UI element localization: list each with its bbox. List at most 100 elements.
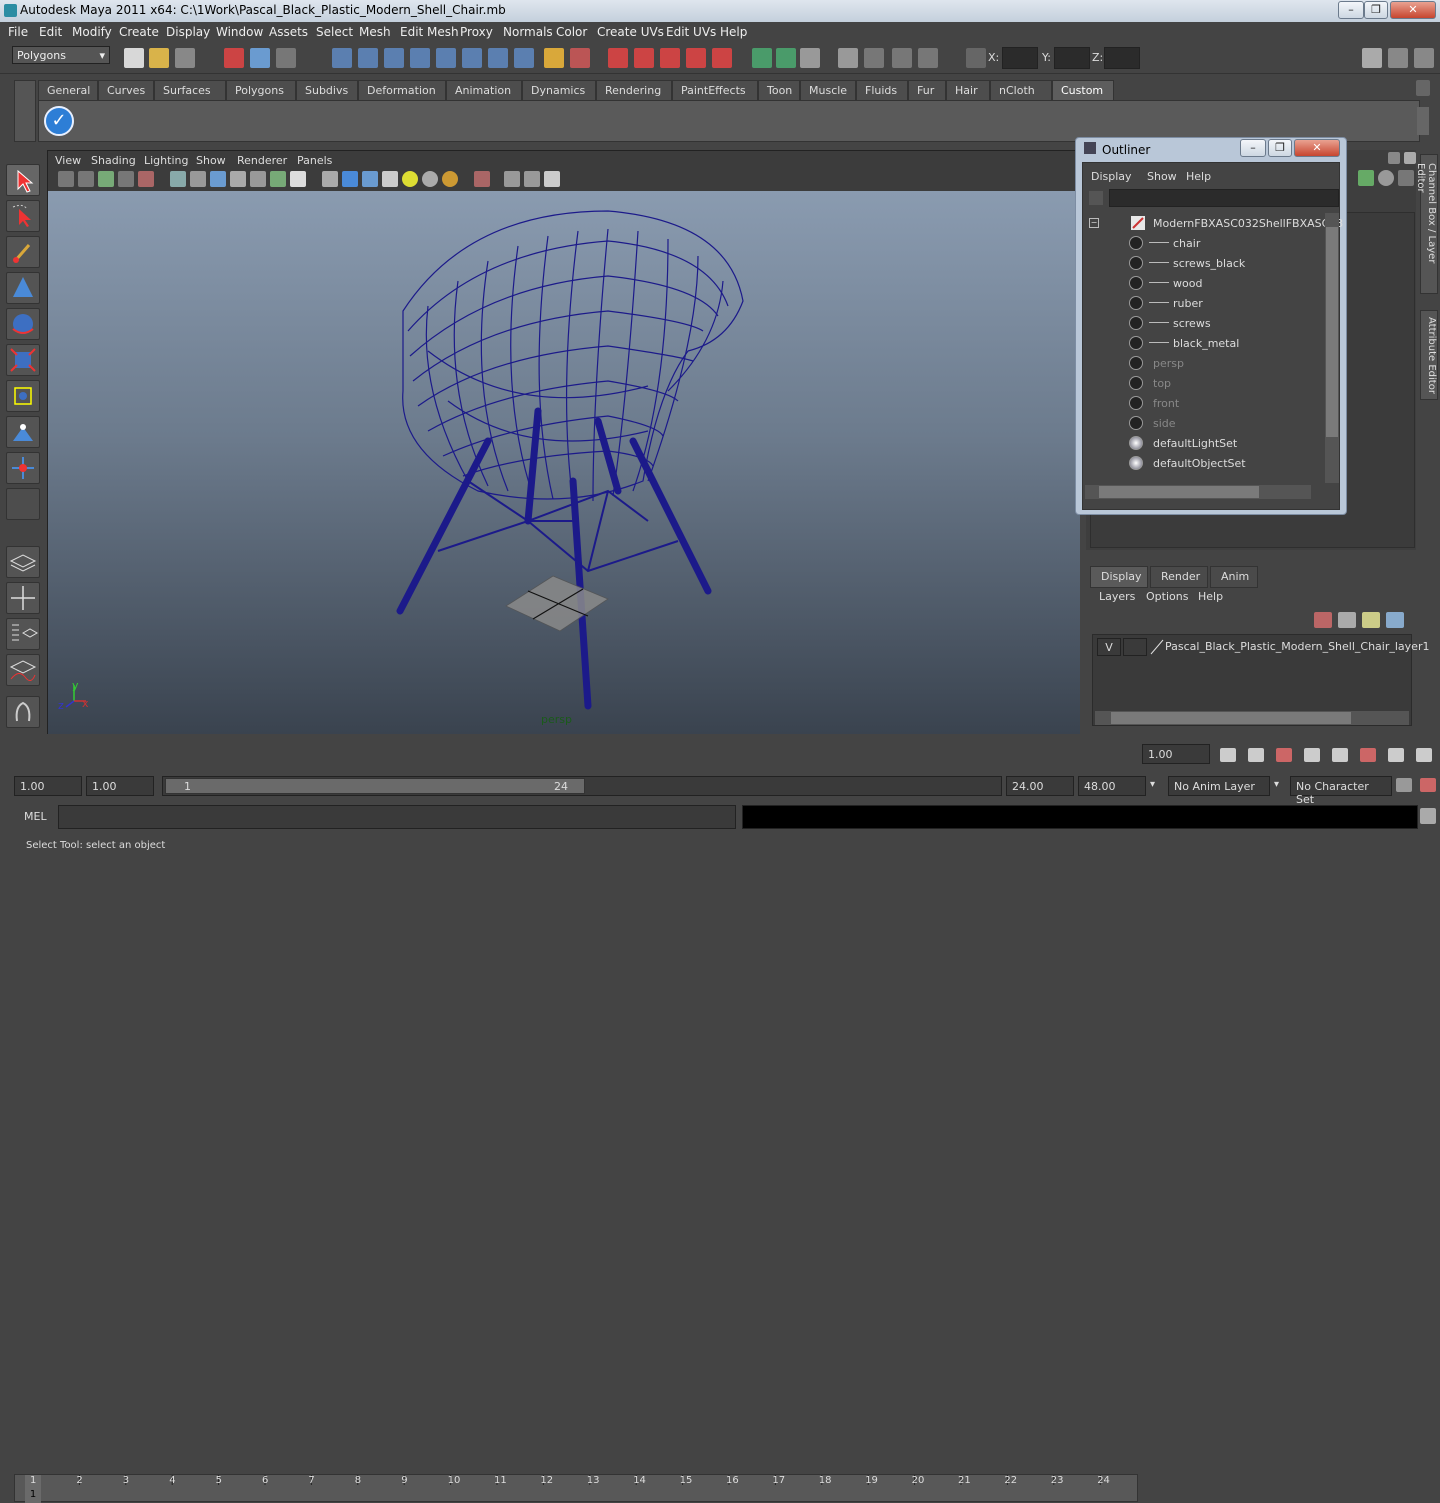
scale-tool-icon[interactable] xyxy=(6,344,40,376)
viewport-menu-renderer[interactable]: Renderer xyxy=(237,154,287,167)
y-input[interactable] xyxy=(1054,47,1090,69)
share-icon[interactable] xyxy=(544,171,560,187)
menu-window[interactable]: Window xyxy=(216,25,263,39)
step-forward-key-icon[interactable] xyxy=(1388,748,1404,762)
channel-box-toggle-icon[interactable] xyxy=(1414,48,1434,68)
playback-start-field[interactable]: 1.00 xyxy=(86,776,154,796)
clapper-icon[interactable] xyxy=(864,48,884,68)
shelf-tab-curves[interactable]: Curves xyxy=(98,80,154,101)
shelf-tab-animation[interactable]: Animation xyxy=(446,80,522,101)
menu-help[interactable]: Help xyxy=(720,25,747,39)
layer-menu-options[interactable]: Options xyxy=(1146,590,1188,603)
outliner-menu-display[interactable]: Display xyxy=(1091,170,1132,183)
xray-joints-icon[interactable] xyxy=(524,171,540,187)
attribute-editor-toggle-icon[interactable] xyxy=(1388,48,1408,68)
outliner-item-root[interactable]: − ModernFBXASC032ShellFBXASC03 xyxy=(1085,213,1343,233)
outliner-item-wood[interactable]: wood xyxy=(1085,273,1321,293)
four-pane-layout-icon[interactable] xyxy=(6,582,40,614)
shelf-tab-fur[interactable]: Fur xyxy=(908,80,946,101)
construction-history-icon[interactable] xyxy=(660,48,680,68)
shelf-tab-dynamics[interactable]: Dynamics xyxy=(522,80,596,101)
use-all-lights-icon[interactable] xyxy=(402,171,418,187)
soft-mod-icon[interactable] xyxy=(6,416,40,448)
last-tool-icon[interactable] xyxy=(6,488,40,520)
shelf-tab-custom[interactable]: Custom xyxy=(1052,80,1114,101)
outliner-menu-show[interactable]: Show xyxy=(1147,170,1177,183)
trash-icon[interactable] xyxy=(1416,80,1430,96)
live-surface-icon[interactable] xyxy=(712,48,732,68)
range-slider-handle[interactable]: 1 24 xyxy=(165,778,585,794)
mel-label[interactable]: MEL xyxy=(24,810,47,823)
hypershade-icon[interactable] xyxy=(838,48,858,68)
collapse-icon[interactable]: − xyxy=(1089,218,1099,228)
maya-logo-icon[interactable] xyxy=(6,696,40,728)
go-to-start-icon[interactable] xyxy=(1220,748,1236,762)
transform-input-icon[interactable] xyxy=(966,48,986,68)
z-input[interactable] xyxy=(1104,47,1140,69)
layer-row[interactable]: V Pascal_Black_Plastic_Modern_Shell_Chai… xyxy=(1095,637,1429,657)
current-time-field[interactable]: 1.00 xyxy=(1142,744,1210,764)
wireframe-on-shaded-icon[interactable] xyxy=(362,171,378,187)
layer-name[interactable]: Pascal_Black_Plastic_Modern_Shell_Chair_… xyxy=(1165,640,1429,653)
time-ruler[interactable]: 1 1 2 3 4 5 6 7 8 9 10 11 12 13 14 15 16 17 18 19 20 21 22 23 2… xyxy=(14,1474,1138,1503)
two-d-pan-icon[interactable] xyxy=(138,171,154,187)
shelf-tab-fluids[interactable]: Fluids xyxy=(856,80,908,101)
outliner-minimize-button[interactable]: – xyxy=(1240,139,1266,157)
animation-end-field[interactable]: 48.00 xyxy=(1078,776,1146,796)
step-forward-frame-icon[interactable] xyxy=(1360,748,1376,762)
render-settings-icon[interactable] xyxy=(800,48,820,68)
shelf-tab-general[interactable]: General xyxy=(38,80,98,101)
film-gate-icon[interactable] xyxy=(190,171,206,187)
range-slider[interactable]: 1 24 xyxy=(162,776,1002,796)
safe-title-icon[interactable] xyxy=(290,171,306,187)
grid-icon[interactable] xyxy=(170,171,186,187)
toggle-panel-icon[interactable] xyxy=(1362,48,1382,68)
camera-attributes-icon[interactable] xyxy=(78,171,94,187)
play-backwards-icon[interactable] xyxy=(1304,748,1320,762)
shelf-options-handle[interactable] xyxy=(14,80,36,142)
history-icon[interactable] xyxy=(570,48,590,68)
gate-mask-icon[interactable] xyxy=(230,171,246,187)
attribute-editor-side-tab[interactable]: Attribute Editor xyxy=(1420,310,1438,400)
isolate-select-icon[interactable] xyxy=(474,171,490,187)
shelf-tab-toon[interactable]: Toon xyxy=(758,80,800,101)
script-editor-icon[interactable] xyxy=(1420,808,1436,824)
rotate-tool-icon[interactable] xyxy=(6,308,40,340)
x-input[interactable] xyxy=(1002,47,1038,69)
shelf-tab-polygons[interactable]: Polygons xyxy=(226,80,296,101)
layer-color-icon[interactable] xyxy=(1149,638,1165,656)
outliner-item-ruber[interactable]: ruber xyxy=(1085,293,1321,313)
shelf-tab-hair[interactable]: Hair xyxy=(946,80,990,101)
shelf-tab-rendering[interactable]: Rendering xyxy=(596,80,672,101)
layer-scrollbar-thumb[interactable] xyxy=(1111,712,1351,724)
image-plane-icon[interactable] xyxy=(118,171,134,187)
outliner-item-default-light-set[interactable]: defaultLightSet xyxy=(1085,433,1321,453)
output-ops-icon[interactable] xyxy=(634,48,654,68)
layer-tab-display[interactable]: Display xyxy=(1090,566,1148,588)
outliner-item-persp[interactable]: persp xyxy=(1085,353,1321,373)
outliner-item-screws-black[interactable]: screws_black xyxy=(1085,253,1321,273)
viewport-menu-shading[interactable]: Shading xyxy=(91,154,136,167)
outliner-item-side[interactable]: side xyxy=(1085,413,1321,433)
step-back-key-icon[interactable] xyxy=(1248,748,1264,762)
snap-plane-icon[interactable] xyxy=(410,48,430,68)
render-view-icon[interactable] xyxy=(892,48,912,68)
snap-vertex-icon[interactable] xyxy=(462,48,482,68)
shelf-tab-painteffects[interactable]: PaintEffects xyxy=(672,80,758,101)
chevron-down-icon[interactable]: ▾ xyxy=(1150,779,1155,790)
field-chart-icon[interactable] xyxy=(250,171,266,187)
resolution-gate-icon[interactable] xyxy=(210,171,226,187)
outliner-item-front[interactable]: front xyxy=(1085,393,1321,413)
menu-color[interactable]: Color xyxy=(556,25,587,39)
menu-mesh[interactable]: Mesh xyxy=(359,25,391,39)
menu-edit-uvs[interactable]: Edit UVs xyxy=(666,25,716,39)
select-component-icon[interactable] xyxy=(276,48,296,68)
high-quality-icon[interactable] xyxy=(442,171,458,187)
menu-display[interactable]: Display xyxy=(166,25,210,39)
new-scene-icon[interactable] xyxy=(124,48,144,68)
graph-layout-icon[interactable] xyxy=(6,654,40,686)
checkmark-icon[interactable]: ✓ xyxy=(44,106,74,136)
outliner-item-default-object-set[interactable]: defaultObjectSet xyxy=(1085,453,1321,473)
input-ops-icon[interactable] xyxy=(608,48,628,68)
shelf-tab-surfaces[interactable]: Surfaces xyxy=(154,80,226,101)
